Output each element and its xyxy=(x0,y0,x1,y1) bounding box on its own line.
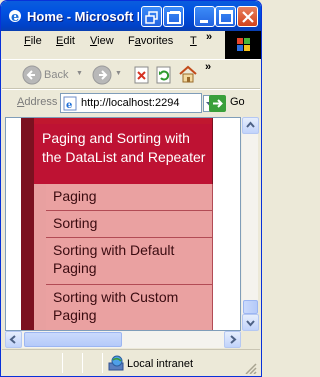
back-label: Back xyxy=(44,69,69,81)
maximize-button[interactable] xyxy=(215,6,236,27)
close-button[interactable] xyxy=(237,6,258,27)
vertical-scrollbar[interactable] xyxy=(241,117,259,331)
menu-view[interactable]: View xyxy=(90,35,114,47)
scroll-right-button[interactable] xyxy=(224,331,241,348)
refresh-icon xyxy=(156,66,171,84)
forward-arrow-icon xyxy=(92,65,112,85)
standard-toolbar: Back ▼ ▼ » xyxy=(2,59,260,89)
resize-grip-icon[interactable] xyxy=(244,362,258,374)
svg-text:e: e xyxy=(11,10,19,24)
address-bar: Address e http://localhost:2294 Go xyxy=(2,89,260,115)
back-dropdown-icon[interactable]: ▼ xyxy=(76,70,83,77)
security-zone-label: Local intranet xyxy=(127,358,194,370)
maximize-icon[interactable] xyxy=(163,6,184,27)
window-title: Home - Microsoft Internet Explorer xyxy=(27,9,139,24)
refresh-button[interactable] xyxy=(155,66,173,87)
toolbar-overflow-chevron[interactable]: » xyxy=(205,61,211,73)
arrow-down-icon xyxy=(246,320,255,327)
menu-edit[interactable]: Edit xyxy=(56,35,75,47)
nav-link-sorting-custom-paging[interactable]: Sorting with Custom Paging xyxy=(46,285,213,330)
windows-logo xyxy=(225,31,261,59)
address-input[interactable]: e http://localhost:2294 xyxy=(60,93,202,113)
forward-dropdown-icon[interactable]: ▼ xyxy=(115,70,122,77)
menu-bar: File Edit View Favorites T » xyxy=(2,31,226,52)
intranet-globe-icon xyxy=(108,355,124,371)
scroll-left-button[interactable] xyxy=(5,331,22,348)
vertical-scroll-thumb[interactable] xyxy=(243,300,258,314)
title-bar[interactable]: e Home - Microsoft Internet Explorer xyxy=(1,1,261,31)
menu-favorites[interactable]: Favorites xyxy=(128,35,173,47)
menu-tools[interactable]: T xyxy=(190,35,197,47)
menu-overflow-chevron[interactable]: » xyxy=(206,31,212,43)
address-label: Address xyxy=(17,96,58,108)
arrow-right-icon xyxy=(230,335,237,344)
back-button[interactable] xyxy=(22,65,42,88)
arrow-left-icon xyxy=(9,335,16,344)
nav-section-header[interactable]: Paging and Sorting with the DataList and… xyxy=(34,124,213,184)
nav-link-paging[interactable]: Paging xyxy=(46,184,213,211)
restore-icon[interactable] xyxy=(141,6,162,27)
menu-file[interactable]: File xyxy=(24,35,42,47)
status-divider xyxy=(62,353,63,373)
svg-text:e: e xyxy=(66,100,72,111)
go-button[interactable] xyxy=(209,95,227,116)
arrow-up-icon xyxy=(246,121,255,128)
status-bar: Local intranet xyxy=(2,349,260,375)
nav-link-sorting-default-paging[interactable]: Sorting with Default Paging xyxy=(46,238,213,285)
horizontal-scroll-thumb[interactable] xyxy=(24,332,122,347)
scroll-up-button[interactable] xyxy=(242,117,259,134)
back-arrow-icon xyxy=(22,65,42,85)
address-url: http://localhost:2294 xyxy=(81,97,180,109)
browser-window: e Home - Microsoft Internet Explorer Fil… xyxy=(0,0,262,377)
status-divider xyxy=(102,353,103,373)
ie-logo-icon: e xyxy=(7,8,23,25)
nav-top-decoration xyxy=(21,118,213,124)
home-button[interactable] xyxy=(178,64,198,87)
horizontal-scrollbar[interactable] xyxy=(5,331,241,348)
nav-link-sorting[interactable]: Sorting xyxy=(46,211,213,238)
nav-left-strip xyxy=(21,118,34,330)
stop-icon xyxy=(134,66,149,84)
status-divider xyxy=(82,353,83,373)
stop-button[interactable] xyxy=(133,66,151,87)
scrollbar-corner xyxy=(241,331,258,348)
go-label: Go xyxy=(230,96,245,108)
nav-indent-strip xyxy=(34,184,46,330)
scroll-down-button[interactable] xyxy=(242,314,259,331)
home-icon xyxy=(179,65,197,83)
go-arrow-icon xyxy=(209,95,226,112)
page-icon: e xyxy=(63,96,77,111)
minimize-button[interactable] xyxy=(194,6,215,27)
forward-button[interactable] xyxy=(92,65,112,88)
page-content: Paging and Sorting with the DataList and… xyxy=(5,117,241,331)
